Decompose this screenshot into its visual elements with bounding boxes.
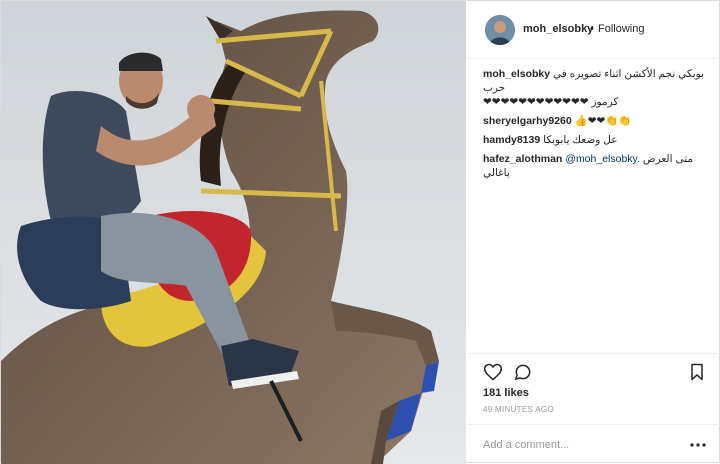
- post-header: moh_elsobky • Following: [467, 1, 720, 59]
- add-comment-input[interactable]: [483, 436, 683, 454]
- following-button[interactable]: Following: [598, 23, 644, 35]
- comment-username[interactable]: moh_elsobky: [483, 68, 550, 80]
- comment-text-continued: كرموز ❤❤❤❤❤❤❤❤❤❤❤❤: [483, 96, 619, 108]
- comment-mention[interactable]: @moh_elsobky.: [565, 153, 640, 165]
- comment-text: عل وضعك يابوبكا: [543, 134, 618, 146]
- comment-bubble-icon[interactable]: [513, 362, 533, 382]
- post-timestamp[interactable]: 49 MINUTES AGO: [483, 405, 554, 414]
- comments-list: moh_elsobky بوبكي نجم الأكشن اثناء تصوير…: [483, 67, 711, 185]
- avatar[interactable]: [485, 15, 515, 45]
- add-comment-bar: [467, 424, 720, 464]
- comment-item: hafez_alothman @moh_elsobky. متى العرض ي…: [483, 152, 711, 180]
- avatar-photo-icon: [485, 15, 515, 45]
- comment-text-continued: ياغالي: [483, 167, 510, 179]
- comment-username[interactable]: sheryelgarhy9260: [483, 115, 572, 127]
- header-username[interactable]: moh_elsobky: [523, 23, 593, 35]
- instagram-post: moh_elsobky • Following moh_elsobky بوبك…: [0, 0, 720, 464]
- header-separator: •: [590, 23, 594, 35]
- comment-item: hamdy8139 عل وضعك يابوبكا: [483, 133, 711, 147]
- comment-item: sheryelgarhy9260 👍❤❤👏👏: [483, 114, 711, 128]
- more-options-icon[interactable]: [689, 437, 707, 453]
- post-photo[interactable]: [1, 1, 466, 464]
- rider-on-rearing-horse-image: [1, 1, 466, 464]
- comment-username[interactable]: hafez_alothman: [483, 153, 562, 165]
- heart-icon[interactable]: [483, 362, 503, 382]
- post-side-panel: moh_elsobky • Following moh_elsobky بوبك…: [467, 1, 720, 464]
- likes-count[interactable]: 181 likes: [483, 387, 529, 399]
- action-bar: [467, 353, 720, 389]
- comment-caption: moh_elsobky بوبكي نجم الأكشن اثناء تصوير…: [483, 67, 711, 109]
- comment-text: متى العرض: [642, 153, 694, 165]
- bookmark-icon[interactable]: [687, 362, 707, 382]
- comment-text: 👍❤❤👏👏: [574, 115, 632, 127]
- comment-username[interactable]: hamdy8139: [483, 134, 540, 146]
